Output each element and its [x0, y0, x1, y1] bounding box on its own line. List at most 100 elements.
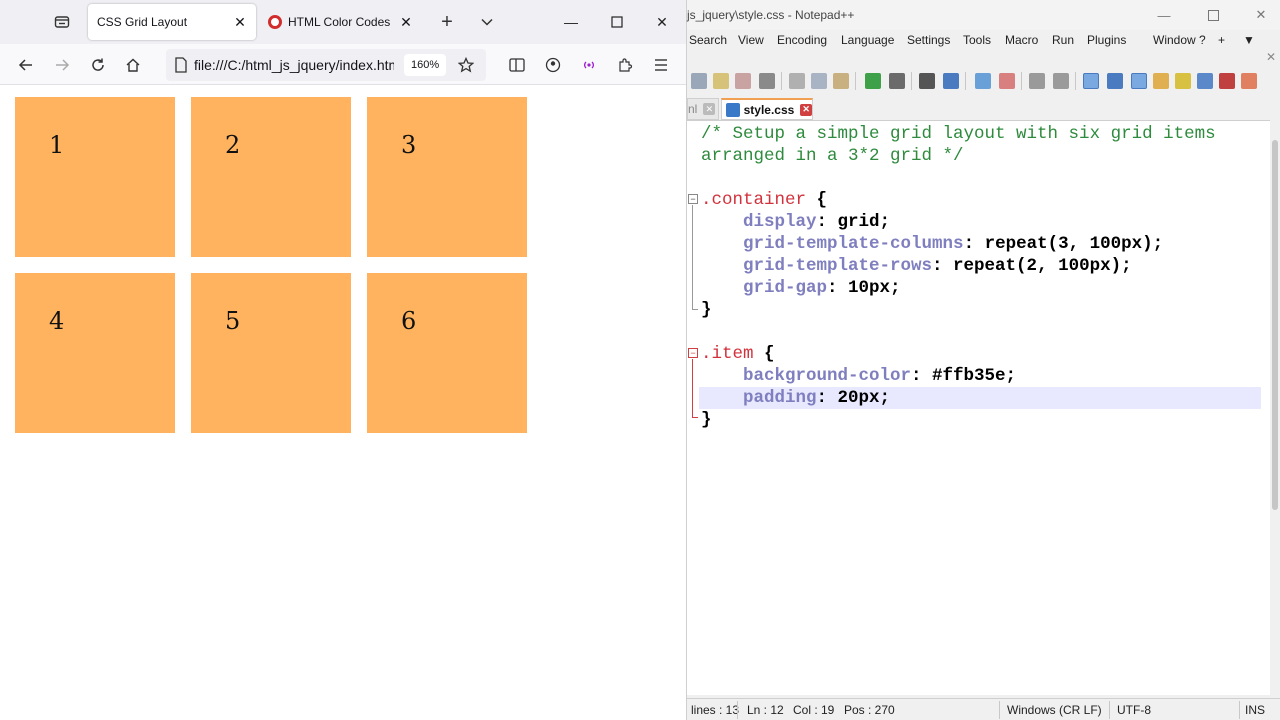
menu-language[interactable]: Language — [841, 33, 894, 47]
zoom-out-icon[interactable] — [999, 73, 1015, 89]
reader-view-button[interactable] — [503, 51, 531, 79]
status-separator — [999, 701, 1000, 719]
print-icon[interactable] — [759, 73, 775, 89]
home-icon — [126, 58, 140, 72]
status-encoding: UTF-8 — [1117, 703, 1151, 717]
maximize-button[interactable] — [603, 8, 631, 36]
cut-icon[interactable] — [789, 73, 805, 89]
back-button[interactable] — [12, 51, 40, 79]
close-tab-icon[interactable]: ✕ — [800, 103, 812, 116]
menu-view[interactable]: View — [738, 33, 764, 47]
zoom-level-button[interactable]: 160% — [404, 54, 447, 76]
css-value: : #ffb35e; — [911, 366, 1017, 386]
close-document-icon[interactable]: ✕ — [1266, 50, 1276, 64]
menu-help[interactable]: ? — [1199, 33, 1206, 47]
home-button[interactable] — [119, 51, 147, 79]
maximize-button[interactable] — [1200, 4, 1226, 26]
monitoring-icon[interactable] — [1219, 73, 1235, 89]
function-list-icon[interactable] — [1197, 73, 1213, 89]
fold-toggle-icon[interactable]: − — [688, 194, 698, 204]
tab-style-css[interactable]: style.css ✕ — [721, 98, 813, 120]
saved-file-icon — [726, 102, 740, 117]
show-all-characters-icon[interactable] — [1107, 73, 1123, 89]
fold-end — [692, 417, 698, 418]
css-selector: .container — [701, 190, 807, 210]
sync-horizontal-icon[interactable] — [1053, 73, 1069, 89]
close-tab-button[interactable]: ✕ — [396, 12, 416, 32]
document-map-icon[interactable] — [1175, 73, 1191, 89]
code-line: } — [701, 409, 712, 431]
replace-icon[interactable] — [943, 73, 959, 89]
word-wrap-icon[interactable] — [1083, 73, 1099, 89]
open-file-icon[interactable] — [713, 73, 729, 89]
code-line: background-color: #ffb35e; — [701, 365, 1016, 387]
tab-index-html[interactable]: nl ✕ — [687, 98, 719, 120]
undo-icon[interactable] — [865, 73, 881, 89]
folder-as-workspace-icon[interactable] — [1153, 73, 1169, 89]
close-window-button[interactable]: ✕ — [1248, 4, 1274, 26]
status-separator — [1109, 701, 1110, 719]
extension-button[interactable] — [575, 51, 603, 79]
maximize-icon — [1207, 9, 1219, 21]
menu-search[interactable]: Search — [689, 33, 727, 47]
code-line: } — [701, 299, 712, 321]
tab-html-color-codes[interactable]: HTML Color Codes ✕ — [262, 4, 422, 40]
menu-settings[interactable]: Settings — [907, 33, 950, 47]
vertical-scrollbar[interactable] — [1270, 120, 1280, 695]
url-text[interactable]: file:///C:/html_js_jquery/index.html — [194, 57, 394, 73]
chevron-down-icon — [481, 18, 493, 26]
app-menu-button[interactable] — [647, 51, 675, 79]
new-tab-button[interactable]: + — [436, 10, 458, 34]
menu-macro[interactable]: Macro — [1005, 33, 1038, 47]
minimize-button[interactable]: — — [557, 8, 585, 36]
grid-item: 2 — [191, 97, 351, 257]
status-insert-mode: INS — [1245, 703, 1266, 717]
close-window-button[interactable]: ✕ — [648, 8, 676, 36]
sync-vertical-icon[interactable] — [1029, 73, 1045, 89]
scrollbar-thumb[interactable] — [1272, 140, 1278, 510]
code-editor[interactable]: /* Setup a simple grid layout with six g… — [687, 120, 1271, 695]
star-icon — [458, 57, 475, 73]
fold-margin — [687, 121, 699, 695]
tab-label: nl — [688, 102, 698, 116]
menu-overflow[interactable]: ▼ — [1243, 33, 1255, 47]
menu-window[interactable]: Window — [1153, 33, 1196, 47]
page-icon — [168, 49, 194, 81]
fold-toggle-icon[interactable]: − — [688, 348, 698, 358]
url-bar[interactable]: file:///C:/html_js_jquery/index.html 160… — [166, 49, 486, 81]
menu-bar: Search View Encoding Language Settings T… — [687, 30, 1280, 52]
paste-icon[interactable] — [833, 73, 849, 89]
status-bar: lines : 13 Ln : 12 Col : 19 Pos : 270 Wi… — [687, 698, 1280, 720]
indent-guide-icon[interactable] — [1131, 73, 1147, 89]
back-arrow-icon — [18, 59, 32, 71]
css-property: display — [743, 212, 817, 232]
find-icon[interactable] — [919, 73, 935, 89]
reload-button[interactable] — [84, 51, 112, 79]
menu-add[interactable]: + — [1218, 33, 1225, 47]
close-tab-button[interactable]: ✕ — [230, 12, 250, 32]
menu-plugins[interactable]: Plugins — [1087, 33, 1126, 47]
firefox-view-button[interactable] — [48, 8, 76, 36]
grid-item: 6 — [367, 273, 527, 433]
new-file-icon[interactable] — [691, 73, 707, 89]
extensions-button[interactable] — [611, 51, 639, 79]
save-file-icon[interactable] — [735, 73, 751, 89]
menu-encoding[interactable]: Encoding — [777, 33, 827, 47]
redo-icon[interactable] — [889, 73, 905, 89]
bookmark-star-button[interactable] — [455, 54, 477, 76]
copy-icon[interactable] — [811, 73, 827, 89]
menu-run[interactable]: Run — [1052, 33, 1074, 47]
forward-button[interactable] — [48, 51, 76, 79]
record-macro-icon[interactable] — [1241, 73, 1257, 89]
close-tab-icon[interactable]: ✕ — [703, 103, 716, 115]
zoom-in-icon[interactable] — [975, 73, 991, 89]
tab-css-grid-layout[interactable]: CSS Grid Layout ✕ — [88, 4, 256, 40]
menu-tools[interactable]: Tools — [963, 33, 991, 47]
minimize-button[interactable]: — — [1151, 4, 1177, 26]
reload-icon — [92, 58, 104, 71]
code-line: /* Setup a simple grid layout with six g… — [701, 123, 1216, 145]
toolbar-separator — [1021, 72, 1022, 90]
css-value: : 20px; — [816, 388, 891, 408]
account-button[interactable] — [539, 51, 567, 79]
list-all-tabs-button[interactable] — [476, 10, 498, 34]
